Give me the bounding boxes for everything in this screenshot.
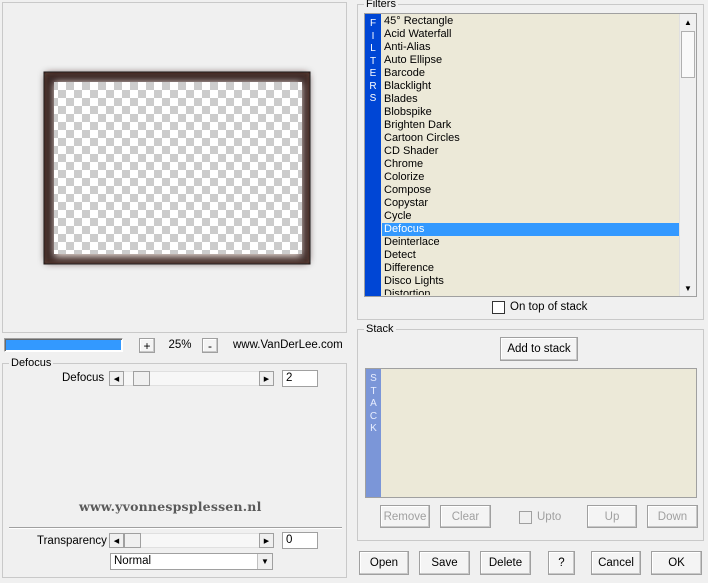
filter-list-item[interactable]: Barcode <box>382 67 679 80</box>
on-top-label: On top of stack <box>510 301 588 313</box>
defocus-left-arrow-icon[interactable]: ◀ <box>109 371 124 386</box>
filter-list-item[interactable]: Cycle <box>382 210 679 223</box>
stack-vertical-bar: STACK <box>366 369 381 497</box>
filters-bar-letter: I <box>371 30 375 42</box>
stack-bar-letter: K <box>370 423 377 434</box>
filter-list-item[interactable]: Compose <box>382 184 679 197</box>
stack-group-title: Stack <box>364 322 396 336</box>
help-button[interactable]: ? <box>548 551 575 575</box>
filter-list-item[interactable]: Auto Ellipse <box>382 54 679 67</box>
filter-list-item[interactable]: Brighten Dark <box>382 119 679 132</box>
defocus-slider-thumb[interactable] <box>133 371 150 386</box>
render-progress-bar <box>4 338 123 352</box>
scroll-thumb[interactable] <box>681 31 695 78</box>
defocus-label: Defocus <box>62 372 105 384</box>
filter-list-item[interactable]: Blobspike <box>382 106 679 119</box>
defocus-right-arrow-icon[interactable]: ▶ <box>259 371 274 386</box>
stack-bar-letter: C <box>369 410 378 422</box>
filters-listbox[interactable]: FILTERS 45° Rectangle Acid Waterfall Anti-… <box>364 13 697 297</box>
filters-scrollbar[interactable]: ▲ ▼ <box>679 14 696 296</box>
stack-bar-letter: T <box>370 385 377 397</box>
filter-list-item[interactable]: Distortion <box>382 288 679 295</box>
zoom-value: 25% <box>168 339 192 351</box>
on-top-checkbox[interactable] <box>492 301 505 314</box>
zoom-out-button[interactable]: - <box>202 338 218 353</box>
separator-line <box>9 527 342 529</box>
ok-button[interactable]: OK <box>651 551 702 575</box>
filter-list-item[interactable]: Anti-Alias <box>382 41 679 54</box>
filter-list-item[interactable]: Chrome <box>382 158 679 171</box>
filter-list[interactable]: 45° Rectangle Acid Waterfall Anti-Alias Aut… <box>382 15 679 295</box>
filters-group-title: Filters <box>364 0 398 11</box>
filter-list-item[interactable]: Deinterlace <box>382 236 679 249</box>
cancel-button[interactable]: Cancel <box>591 551 641 575</box>
scroll-down-arrow-icon[interactable]: ▼ <box>680 280 696 296</box>
filter-list-item[interactable]: Acid Waterfall <box>382 28 679 41</box>
stack-bar-letter: S <box>370 373 377 384</box>
filters-vertical-bar: FILTERS <box>365 14 381 296</box>
remove-button[interactable]: Remove <box>380 505 430 528</box>
filter-list-item[interactable]: Copystar <box>382 197 679 210</box>
filters-bar-letter: L <box>370 43 376 54</box>
open-button[interactable]: Open <box>359 551 409 575</box>
filter-list-item[interactable]: Difference <box>382 262 679 275</box>
transparency-label: Transparency <box>37 535 107 547</box>
filters-bar-letter: S <box>369 93 377 104</box>
filter-list-item[interactable]: 45° Rectangle <box>382 15 679 28</box>
filter-list-item[interactable]: Detect <box>382 249 679 262</box>
filter-list-item[interactable]: Blacklight <box>382 80 679 93</box>
preview-pane <box>2 2 347 333</box>
filters-bar-letter: E <box>369 68 377 79</box>
watermark-text: www.yvonnespsplessen.nl <box>79 499 262 514</box>
save-button[interactable]: Save <box>419 551 470 575</box>
upto-checkbox[interactable] <box>519 511 532 524</box>
filters-bar-letter: T <box>369 55 377 67</box>
params-group-title: Defocus <box>9 356 54 370</box>
up-button[interactable]: Up <box>587 505 637 528</box>
transparency-left-arrow-icon[interactable]: ◀ <box>109 533 124 548</box>
clear-button[interactable]: Clear <box>440 505 491 528</box>
filter-list-item[interactable]: Colorize <box>382 171 679 184</box>
delete-button[interactable]: Delete <box>480 551 531 575</box>
chevron-down-icon[interactable]: ▼ <box>257 554 272 569</box>
filters-bar-letter: R <box>369 80 377 92</box>
transparency-value-input[interactable]: 0 <box>282 532 318 549</box>
down-button[interactable]: Down <box>647 505 698 528</box>
transparency-slider-thumb[interactable] <box>124 533 141 548</box>
filter-list-item[interactable]: Cartoon Circles <box>382 132 679 145</box>
defocus-value-input[interactable]: 2 <box>282 370 318 387</box>
add-to-stack-button[interactable]: Add to stack <box>500 337 578 361</box>
transparency-slider-track[interactable] <box>124 533 259 548</box>
filter-list-item[interactable]: Blades <box>382 93 679 106</box>
stack-listbox[interactable]: STACK <box>365 368 697 498</box>
stack-bar-letter: A <box>370 398 377 409</box>
filters-bar-letter: F <box>369 18 377 29</box>
blend-mode-value: Normal <box>114 555 152 567</box>
zoom-in-button[interactable]: + <box>139 338 155 353</box>
website-label: www.VanDerLee.com <box>233 339 343 351</box>
filter-list-item[interactable]: Defocus <box>382 223 679 236</box>
filter-list-item[interactable]: Disco Lights <box>382 275 679 288</box>
scroll-up-arrow-icon[interactable]: ▲ <box>680 14 696 30</box>
defocus-slider-track[interactable] <box>124 371 259 386</box>
blend-mode-select[interactable]: Normal ▼ <box>110 553 273 570</box>
transparency-right-arrow-icon[interactable]: ▶ <box>259 533 274 548</box>
upto-label: Upto <box>537 511 562 523</box>
filter-list-item[interactable]: CD Shader <box>382 145 679 158</box>
preview-image <box>43 71 311 265</box>
